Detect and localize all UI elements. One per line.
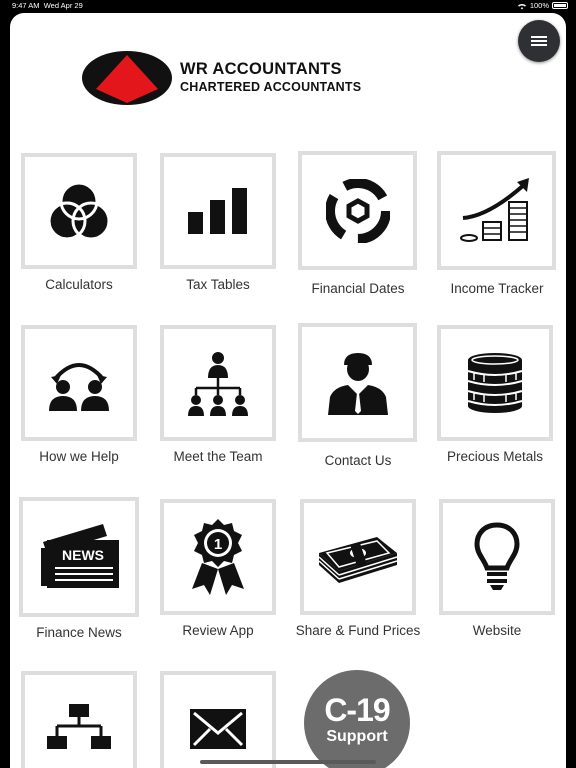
status-bar: 9:47 AM Wed Apr 29 100%	[0, 0, 576, 12]
cycle-icon	[325, 178, 390, 243]
tile-calculators-box[interactable]	[21, 153, 137, 269]
covid-support-subtitle: Support	[326, 728, 388, 745]
lightbulb-icon	[474, 522, 520, 590]
tile-label: Contact Us	[324, 453, 392, 468]
home-indicator[interactable]	[200, 760, 376, 764]
tile-label: Tax Tables	[186, 277, 250, 292]
tile-label: Meet the Team	[173, 449, 263, 464]
tile-finance-news-box[interactable]: NEWS	[19, 497, 139, 617]
hamburger-icon	[531, 36, 547, 46]
org-team-icon	[188, 352, 248, 416]
tile-label: Share & Fund Prices	[295, 623, 421, 638]
tile-review-app-box[interactable]: 1	[160, 499, 276, 615]
cash-stack-icon	[318, 537, 398, 583]
brand-logo: WR ACCOUNTANTS CHARTERED ACCOUNTANTS	[82, 51, 402, 107]
covid-support-button[interactable]: C-19 Support	[304, 670, 410, 768]
tile-meet-the-team-box[interactable]	[160, 325, 276, 441]
tile-sitemap-box[interactable]	[21, 671, 137, 768]
tile-website-box[interactable]	[439, 499, 555, 615]
venn-circles-icon	[47, 181, 111, 241]
tile-financial-dates-box[interactable]	[298, 151, 417, 270]
tile-email-box[interactable]	[160, 671, 276, 768]
menu-button[interactable]	[518, 20, 560, 62]
tile-label: Income Tracker	[450, 281, 544, 296]
tile-contact-us-box[interactable]	[298, 323, 417, 442]
logo-emblem-icon	[82, 51, 172, 105]
tile-precious-metals-box[interactable]	[437, 325, 553, 441]
status-right: 100%	[517, 1, 568, 10]
tile-label: Finance News	[36, 625, 122, 640]
covid-support-title: C-19	[324, 692, 390, 728]
newspaper-icon: NEWS	[41, 524, 119, 588]
brand-subtitle: CHARTERED ACCOUNTANTS	[180, 80, 362, 94]
bar-chart-icon	[188, 188, 247, 234]
envelope-icon	[190, 709, 246, 749]
svg-text:NEWS: NEWS	[62, 547, 104, 563]
tile-how-we-help-box[interactable]	[21, 325, 137, 441]
award-ribbon-icon: 1	[192, 519, 244, 595]
svg-text:1: 1	[214, 536, 222, 553]
status-time: 9:47 AM Wed Apr 29	[12, 1, 83, 10]
sitemap-icon	[47, 704, 111, 749]
tile-label: Calculators	[45, 277, 113, 292]
people-exchange-icon	[49, 363, 109, 411]
coin-stack-icon	[467, 353, 523, 413]
tile-share-fund-prices-box[interactable]	[300, 499, 416, 615]
app-screen: WR ACCOUNTANTS CHARTERED ACCOUNTANTS Cal…	[10, 13, 566, 768]
battery-percent: 100%	[529, 1, 549, 10]
tile-label: Precious Metals	[446, 449, 544, 464]
tile-label: Website	[472, 623, 522, 638]
brand-name: WR ACCOUNTANTS	[180, 60, 342, 78]
businessman-icon	[327, 352, 388, 415]
tile-tax-tables-box[interactable]	[160, 153, 276, 269]
growth-coins-icon	[459, 177, 529, 242]
tile-label: Financial Dates	[311, 281, 405, 296]
tile-label: How we Help	[39, 449, 119, 464]
tile-income-tracker-box[interactable]	[437, 151, 556, 270]
battery-icon	[552, 2, 568, 9]
wifi-icon	[517, 3, 526, 9]
tile-label: Review App	[182, 623, 254, 638]
